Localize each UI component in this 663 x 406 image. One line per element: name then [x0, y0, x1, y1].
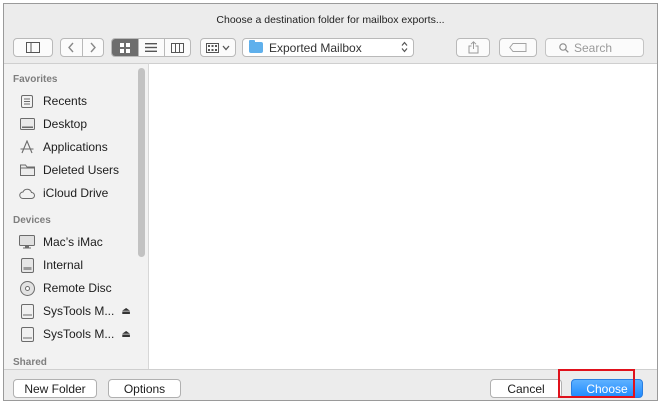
file-browser-area[interactable] — [148, 63, 657, 370]
favorites-heading: Favorites — [13, 74, 58, 85]
sidebar-item-label: Remote Disc — [43, 281, 112, 295]
sidebar-item-label: Deleted Users — [43, 163, 120, 177]
disc-icon — [19, 280, 35, 296]
chevron-right-icon — [90, 42, 96, 53]
sidebar-item-label: iCloud Drive — [43, 186, 109, 200]
choose-highlight-box — [558, 369, 635, 398]
sidebar-item-deleted-users[interactable]: Deleted Users — [19, 160, 119, 180]
chevron-left-icon — [68, 42, 75, 53]
location-name: Exported Mailbox — [269, 40, 362, 55]
location-popup[interactable]: Exported Mailbox — [242, 38, 414, 57]
cancel-button[interactable]: Cancel — [490, 379, 562, 398]
sidebar-scrollbar[interactable] — [138, 68, 145, 257]
imac-icon — [19, 235, 35, 249]
sidebar-item-label: Recents — [43, 94, 88, 108]
sidebar-item-macs-imac[interactable]: Mac’s iMac — [19, 232, 103, 252]
sidebar-item-label: Desktop — [43, 117, 88, 131]
icon-view-button[interactable] — [112, 39, 139, 56]
external-disk-icon — [19, 326, 35, 342]
sidebar-item-systools-2[interactable]: SysTools M... ⏏ — [19, 324, 131, 344]
sidebar-item-desktop[interactable]: Desktop — [19, 114, 87, 134]
sidebar-item-label: SysTools M... — [43, 327, 115, 341]
sidebar: Favorites Recents Desktop Applications D… — [4, 63, 148, 370]
tag-button[interactable] — [499, 38, 537, 57]
chevron-down-icon — [222, 45, 230, 50]
sidebar-item-icloud-drive[interactable]: iCloud Drive — [19, 183, 108, 203]
sidebar-item-systools-1[interactable]: SysTools M... ⏏ — [19, 301, 131, 321]
external-disk-icon — [19, 303, 35, 319]
options-button[interactable]: Options — [108, 379, 181, 398]
icon-view-icon — [120, 42, 131, 53]
view-mode-control — [111, 38, 191, 57]
column-view-button[interactable] — [163, 39, 190, 56]
folder-icon — [19, 163, 35, 177]
eject-icon[interactable]: ⏏ — [121, 329, 130, 340]
eject-icon[interactable]: ⏏ — [121, 306, 130, 317]
tag-icon — [509, 43, 527, 52]
new-folder-button[interactable]: New Folder — [13, 379, 97, 398]
back-button[interactable] — [61, 39, 82, 56]
column-view-icon — [170, 42, 184, 53]
back-forward-control — [60, 38, 104, 57]
sidebar-item-label: Mac’s iMac — [43, 235, 103, 249]
search-placeholder: Search — [574, 40, 613, 55]
sidebar-icon — [26, 42, 40, 53]
sidebar-item-remote-disc[interactable]: Remote Disc — [19, 278, 112, 298]
share-icon — [468, 41, 478, 54]
sidebar-item-internal[interactable]: Internal — [19, 255, 83, 275]
forward-button[interactable] — [81, 39, 103, 56]
sidebar-item-label: Applications — [43, 140, 108, 154]
applications-icon — [19, 140, 35, 154]
list-view-button[interactable] — [138, 39, 163, 56]
cloud-icon — [19, 186, 35, 200]
arrange-button[interactable] — [200, 38, 236, 57]
search-icon — [559, 42, 569, 53]
up-down-arrows-icon — [401, 41, 408, 54]
sidebar-item-label: SysTools M... — [43, 304, 115, 318]
sidebar-item-recents[interactable]: Recents — [19, 91, 87, 111]
sidebar-item-applications[interactable]: Applications — [19, 137, 108, 157]
internal-disk-icon — [19, 257, 35, 273]
sidebar-toggle-button[interactable] — [13, 38, 53, 57]
folder-icon — [249, 40, 263, 53]
file-chooser-dialog: Choose a destination folder for mailbox … — [3, 3, 658, 401]
share-button[interactable] — [456, 38, 490, 57]
devices-heading: Devices — [13, 215, 51, 226]
shared-heading: Shared — [13, 357, 47, 368]
arrange-icon — [206, 42, 219, 53]
search-field[interactable]: Search — [545, 38, 644, 57]
list-view-icon — [145, 43, 158, 52]
desktop-icon — [19, 117, 35, 131]
recents-icon — [19, 94, 35, 108]
dialog-title: Choose a destination folder for mailbox … — [216, 14, 445, 26]
sidebar-item-label: Internal — [43, 258, 84, 272]
